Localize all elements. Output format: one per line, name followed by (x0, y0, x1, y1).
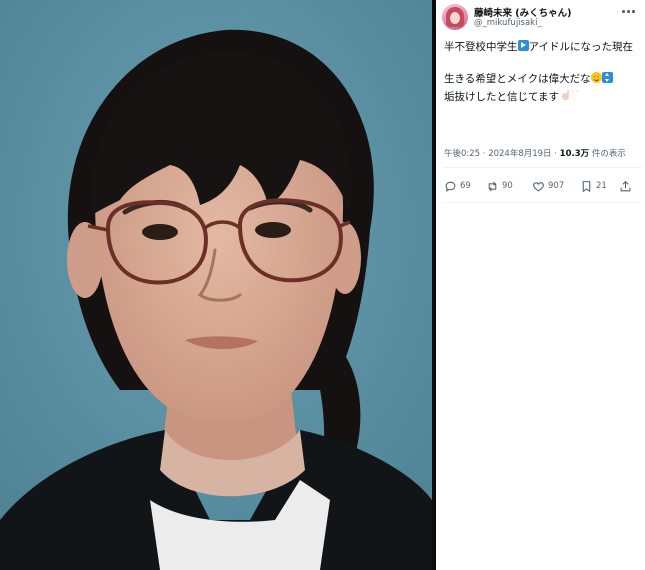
like-count: 907 (548, 181, 565, 191)
portrait-photo (0, 0, 432, 570)
up-down-arrow-emoji-icon (601, 72, 613, 83)
smiling-face-emoji-icon (590, 72, 602, 83)
tweet-text-segment: 半不登校中学生 (444, 41, 518, 53)
share-icon (620, 180, 631, 191)
bookmark-count: 21 (596, 181, 607, 191)
tweet-meta: 午後0:25 · 2024年8月19日 · 10.3万 件の表示 (444, 147, 626, 159)
divider-line (444, 167, 642, 168)
reply-button[interactable]: 69 (444, 178, 471, 194)
reply-count: 69 (460, 181, 471, 191)
like-button[interactable]: 907 (532, 178, 564, 194)
tweet-text-segment: アイドルになった現在 (528, 41, 633, 53)
repost-button[interactable]: 90 (486, 178, 513, 194)
tweet-card: 藤崎未来 (みくちゃん) @_mikufujisaki_ 半不登校中学生 アイドル… (436, 0, 645, 570)
tweet-date[interactable]: 2024年8月19日 (488, 149, 551, 159)
tweet-text-line-1: 半不登校中学生 アイドルになった現在 (444, 40, 642, 55)
bookmark-button[interactable]: 21 (580, 178, 607, 194)
tweet-text-line-2: 生きる希望とメイクは偉大だな 垢抜けしたと信じてます ˋˊ (444, 72, 642, 105)
bookmark-icon (582, 180, 591, 192)
meta-separator: · (554, 149, 557, 159)
tweet-text-segment: 生きる希望とメイクは偉大だな (444, 73, 591, 85)
view-count: 10.3万 (559, 149, 590, 159)
portrait-illustration (0, 0, 432, 570)
more-horizontal-icon[interactable] (622, 8, 636, 16)
repost-count: 90 (502, 181, 513, 191)
display-name[interactable]: 藤崎未来 (みくちゃん) (474, 5, 572, 19)
reply-icon (445, 181, 456, 192)
repost-icon (488, 181, 497, 191)
play-button-emoji-icon (517, 40, 529, 51)
sparkles-emoji-icon: ˋˊ (570, 90, 579, 99)
raised-hand-emoji-icon (559, 90, 571, 101)
heart-icon (533, 181, 544, 191)
avatar[interactable] (442, 4, 468, 30)
tweet-text: 半不登校中学生 アイドルになった現在 生きる希望とメイクは偉大だな 垢抜けしたと信じ… (444, 40, 642, 105)
meta-separator: · (482, 149, 486, 159)
tweet-text-segment: 垢抜けしたと信じてます (444, 91, 559, 103)
tweet-time[interactable]: 午後0:25 (444, 149, 480, 159)
divider-line (444, 202, 642, 203)
view-count-label: 件の表示 (591, 149, 626, 159)
user-handle[interactable]: @_mikufujisaki_ (474, 18, 542, 28)
share-button[interactable] (619, 178, 632, 194)
